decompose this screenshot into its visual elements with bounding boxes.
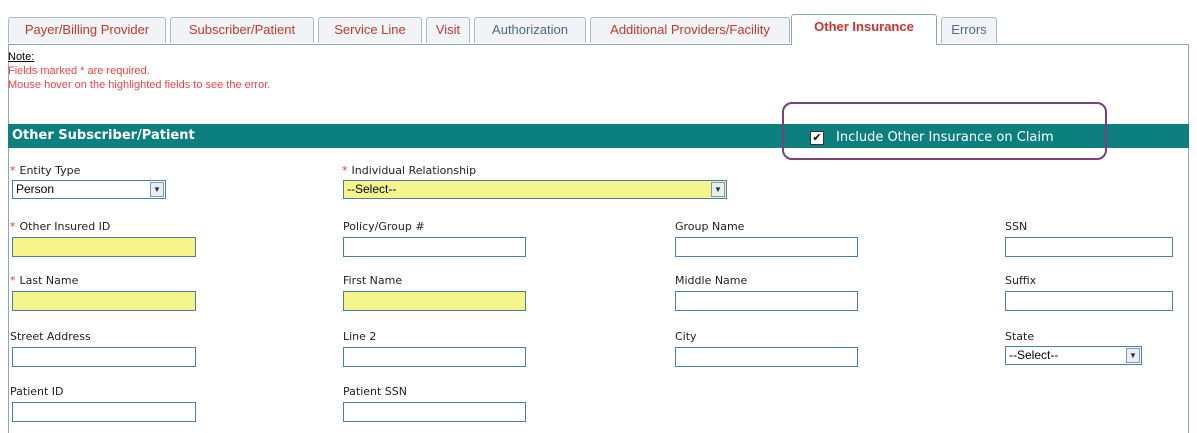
entity-type-label: * Entity Type [10,164,81,177]
other-insured-id-label: * Other Insured ID [10,220,111,233]
form-note: Note: Fields marked * are required. Mous… [8,50,270,92]
policy-group-label: Policy/Group # [343,220,425,233]
group-name-input[interactable] [675,237,858,257]
suffix-input[interactable] [1005,291,1173,311]
last-name-label: * Last Name [10,274,79,287]
tab-service-line[interactable]: Service Line [318,17,422,43]
patient-id-label: Patient ID [10,385,64,398]
middle-name-label: Middle Name [675,274,748,287]
tab-additional-providers-facility[interactable]: Additional Providers/Facility [590,17,790,43]
ssn-label: SSN [1005,220,1028,233]
entity-type-value: Person [16,182,55,196]
last-name-input[interactable] [12,291,196,311]
first-name-input[interactable] [343,291,526,311]
middle-name-input[interactable] [675,291,858,311]
other-insured-id-input[interactable] [12,237,196,257]
tab-payer-billing-provider[interactable]: Payer/Billing Provider [8,17,166,43]
patient-ssn-label: Patient SSN [343,385,407,398]
tab-bar: Payer/Billing Provider Subscriber/Patien… [8,14,1189,45]
tab-errors[interactable]: Errors [941,17,997,43]
note-hover-text: Mouse hover on the highlighted fields to… [8,79,271,91]
required-marker: * [10,220,16,233]
required-marker: * [342,164,348,177]
patient-id-input[interactable] [12,402,196,422]
chevron-down-icon: ▼ [711,182,725,197]
tab-authorization[interactable]: Authorization [474,17,586,43]
first-name-label: First Name [343,274,403,287]
section-title: Other Subscriber/Patient [12,128,195,143]
chevron-down-icon: ▼ [150,182,164,197]
individual-relationship-select[interactable]: --Select-- ▼ [343,180,727,199]
individual-relationship-value: --Select-- [347,182,397,196]
group-name-label: Group Name [675,220,745,233]
patient-ssn-input[interactable] [343,402,526,422]
tab-other-insurance[interactable]: Other Insurance [791,14,937,45]
city-label: City [675,330,697,343]
note-required-text: Fields marked * are required. [8,65,150,77]
note-label: Note: [8,51,35,63]
line2-label: Line 2 [343,330,377,343]
line2-input[interactable] [343,347,526,367]
chevron-down-icon: ▼ [1126,348,1140,363]
tab-subscriber-patient[interactable]: Subscriber/Patient [170,17,314,43]
individual-relationship-label: * Individual Relationship [342,164,477,177]
required-marker: * [10,164,16,177]
city-input[interactable] [675,347,858,367]
tab-visit[interactable]: Visit [426,17,470,43]
state-value: --Select-- [1009,348,1059,362]
required-marker: * [10,274,16,287]
ssn-input[interactable] [1005,237,1173,257]
policy-group-input[interactable] [343,237,526,257]
state-label: State [1005,330,1035,343]
entity-type-select[interactable]: Person ▼ [12,180,166,199]
annotation-highlight-box [782,102,1107,160]
street-address-label: Street Address [10,330,91,343]
state-select[interactable]: --Select-- ▼ [1005,346,1142,365]
street-address-input[interactable] [12,347,196,367]
suffix-label: Suffix [1005,274,1037,287]
